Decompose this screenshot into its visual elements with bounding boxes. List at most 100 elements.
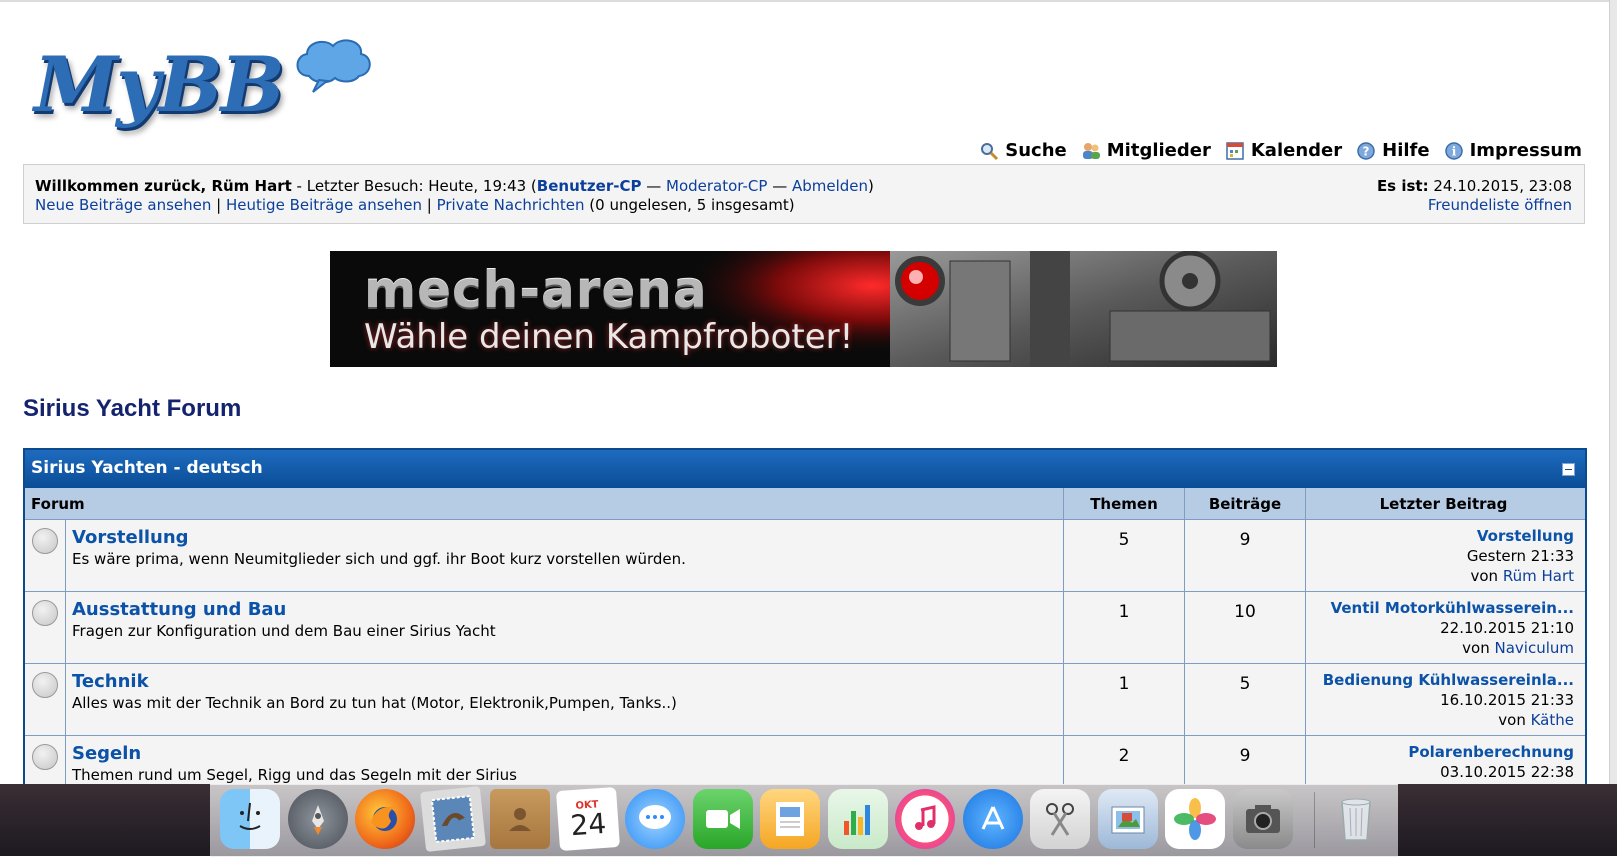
itunes-icon[interactable] xyxy=(895,789,955,849)
svg-text:?: ? xyxy=(1363,144,1370,158)
last-post-by: von xyxy=(1470,567,1503,585)
info-icon: i xyxy=(1444,141,1463,160)
pm-status: (0 ungelesen, 5 insgesamt) xyxy=(584,196,795,214)
last-post-date: 16.10.2015 21:33 xyxy=(1440,691,1574,709)
last-post-user-link[interactable]: Naviculum xyxy=(1495,639,1575,657)
menu-search-label: Suche xyxy=(1005,140,1067,161)
forum-topics-count: 5 xyxy=(1064,520,1185,591)
search-icon xyxy=(981,142,999,160)
time-label: Es ist: xyxy=(1376,177,1429,195)
forum-name-link[interactable]: Vorstellung xyxy=(72,527,189,548)
app-store-icon[interactable] xyxy=(962,789,1023,849)
logout-link[interactable]: Abmelden xyxy=(792,177,868,195)
members-icon xyxy=(1082,142,1100,159)
forum-name-link[interactable]: Segeln xyxy=(72,743,141,764)
new-posts-link[interactable]: Neue Beiträge ansehen xyxy=(35,196,211,214)
menu-search[interactable]: Suche xyxy=(979,140,1067,161)
forum-status-icon xyxy=(32,528,58,554)
forum-description: Fragen zur Konfiguration und dem Bau ein… xyxy=(72,622,496,640)
forum-name-link[interactable]: Ausstattung und Bau xyxy=(72,599,286,620)
scissors-icon[interactable] xyxy=(1030,789,1090,849)
top-menu: Suche Mitglieder Kalender ? Hilfe i Impr… xyxy=(979,140,1582,161)
buddy-list-link[interactable]: Freundeliste öffnen xyxy=(1428,196,1572,214)
screenshot-icon[interactable] xyxy=(1232,789,1293,849)
numbers-icon[interactable] xyxy=(827,789,888,849)
speech-bubble-icon xyxy=(296,39,371,93)
menu-calendar[interactable]: Kalender xyxy=(1225,140,1342,161)
last-post-user-link[interactable]: Rüm Hart xyxy=(1503,567,1574,585)
last-post-by: von xyxy=(1462,639,1495,657)
forum-status-icon xyxy=(32,672,58,698)
welcome-greeting: Willkommen zurück, Rüm Hart xyxy=(35,177,292,195)
separator: — xyxy=(767,177,792,195)
col-posts: Beiträge xyxy=(1185,488,1306,519)
svg-text:i: i xyxy=(1451,144,1456,158)
last-post-by: von xyxy=(1498,711,1531,729)
messages-icon[interactable] xyxy=(625,789,685,849)
forum-row: Ausstattung und Bau Fragen zur Konfigura… xyxy=(25,592,1585,664)
finder-icon[interactable] xyxy=(220,789,280,849)
preview-icon[interactable] xyxy=(1097,789,1158,849)
forum-row: Vorstellung Es wäre prima, wenn Neumitgl… xyxy=(25,520,1585,592)
forum-title: Sirius Yacht Forum xyxy=(23,395,242,422)
calendar-app-icon[interactable]: OKT 24 xyxy=(555,786,620,852)
facetime-icon[interactable] xyxy=(692,789,753,849)
scrollbar[interactable] xyxy=(1609,0,1617,790)
user-cp-link[interactable]: Benutzer-CP xyxy=(537,177,642,195)
forum-row: Technik Alles was mit der Technik an Bor… xyxy=(25,664,1585,736)
forum-last-post: Vorstellung Gestern 21:33 von Rüm Hart xyxy=(1306,520,1581,591)
welcome-panel: Willkommen zurück, Rüm Hart - Letzter Be… xyxy=(23,164,1585,224)
menu-members[interactable]: Mitglieder xyxy=(1081,140,1211,161)
forum-name-link[interactable]: Technik xyxy=(72,671,149,692)
column-headers: Forum Themen Beiträge Letzter Beitrag xyxy=(25,488,1585,520)
last-post-title-link[interactable]: Polarenberechnung xyxy=(1306,742,1574,762)
category-header: Sirius Yachten - deutsch xyxy=(25,450,1585,488)
ad-banner[interactable]: mech-arena Wähle deinen Kampfroboter! xyxy=(330,251,1277,367)
pages-icon[interactable] xyxy=(760,789,820,849)
forum-topics-count: 1 xyxy=(1064,664,1185,735)
forum-description: Es wäre prima, wenn Neumitglieder sich u… xyxy=(72,550,686,568)
collapse-icon[interactable] xyxy=(1562,463,1575,476)
category-title[interactable]: Sirius Yachten - deutsch xyxy=(31,458,263,478)
help-icon: ? xyxy=(1357,141,1375,160)
forum-description: Themen rund um Segel, Rigg und das Segel… xyxy=(72,766,517,784)
col-last-post: Letzter Beitrag xyxy=(1379,495,1508,513)
forum-topics-count: 2 xyxy=(1064,736,1185,790)
mail-icon[interactable] xyxy=(419,786,486,852)
contacts-icon[interactable] xyxy=(490,789,550,849)
forum-posts-count: 9 xyxy=(1185,520,1306,591)
col-forum: Forum xyxy=(25,488,1064,519)
forum-row: Segeln Themen rund um Segel, Rigg und da… xyxy=(25,736,1585,790)
menu-help[interactable]: ? Hilfe xyxy=(1356,140,1430,161)
trash-icon[interactable] xyxy=(1326,789,1386,849)
banner-subtitle: Wähle deinen Kampfroboter! xyxy=(364,317,854,357)
buddy-list: Freundeliste öffnen xyxy=(1428,196,1572,214)
moderator-cp-link[interactable]: Moderator-CP xyxy=(666,177,767,195)
last-post-title-link[interactable]: Vorstellung xyxy=(1306,526,1574,546)
firefox-icon[interactable] xyxy=(355,789,415,849)
category-table: Sirius Yachten - deutsch Forum Themen Be… xyxy=(23,448,1587,790)
menu-help-label: Hilfe xyxy=(1382,140,1430,161)
forum-posts-count: 10 xyxy=(1185,592,1306,663)
menu-calendar-label: Kalender xyxy=(1250,140,1343,161)
menu-imprint-label: Impressum xyxy=(1469,140,1582,161)
last-post-title-link[interactable]: Bedienung Kühlwassereinla... xyxy=(1306,670,1574,690)
photos-icon[interactable] xyxy=(1165,789,1225,849)
forum-posts-count: 5 xyxy=(1185,664,1306,735)
col-topics: Themen xyxy=(1064,488,1185,519)
banner-title: mech-arena xyxy=(364,261,708,319)
launchpad-icon[interactable] xyxy=(287,789,348,849)
calendar-day: 24 xyxy=(568,806,607,842)
top-border xyxy=(0,0,1617,2)
calendar-icon xyxy=(1226,141,1244,160)
last-post-user-link[interactable]: Käthe xyxy=(1531,711,1574,729)
forum-topics-count: 1 xyxy=(1064,592,1185,663)
mybb-logo[interactable]: MyBB xyxy=(34,36,371,136)
current-time: Es ist: 24.10.2015, 23:08 xyxy=(1377,177,1572,195)
paren-close: ) xyxy=(868,177,874,195)
forum-status-icon xyxy=(32,744,58,770)
private-messages-link[interactable]: Private Nachrichten xyxy=(437,196,585,214)
menu-imprint[interactable]: i Impressum xyxy=(1444,140,1582,161)
last-post-title-link[interactable]: Ventil Motorkühlwasserein... xyxy=(1306,598,1574,618)
today-posts-link[interactable]: Heutige Beiträge ansehen xyxy=(226,196,422,214)
